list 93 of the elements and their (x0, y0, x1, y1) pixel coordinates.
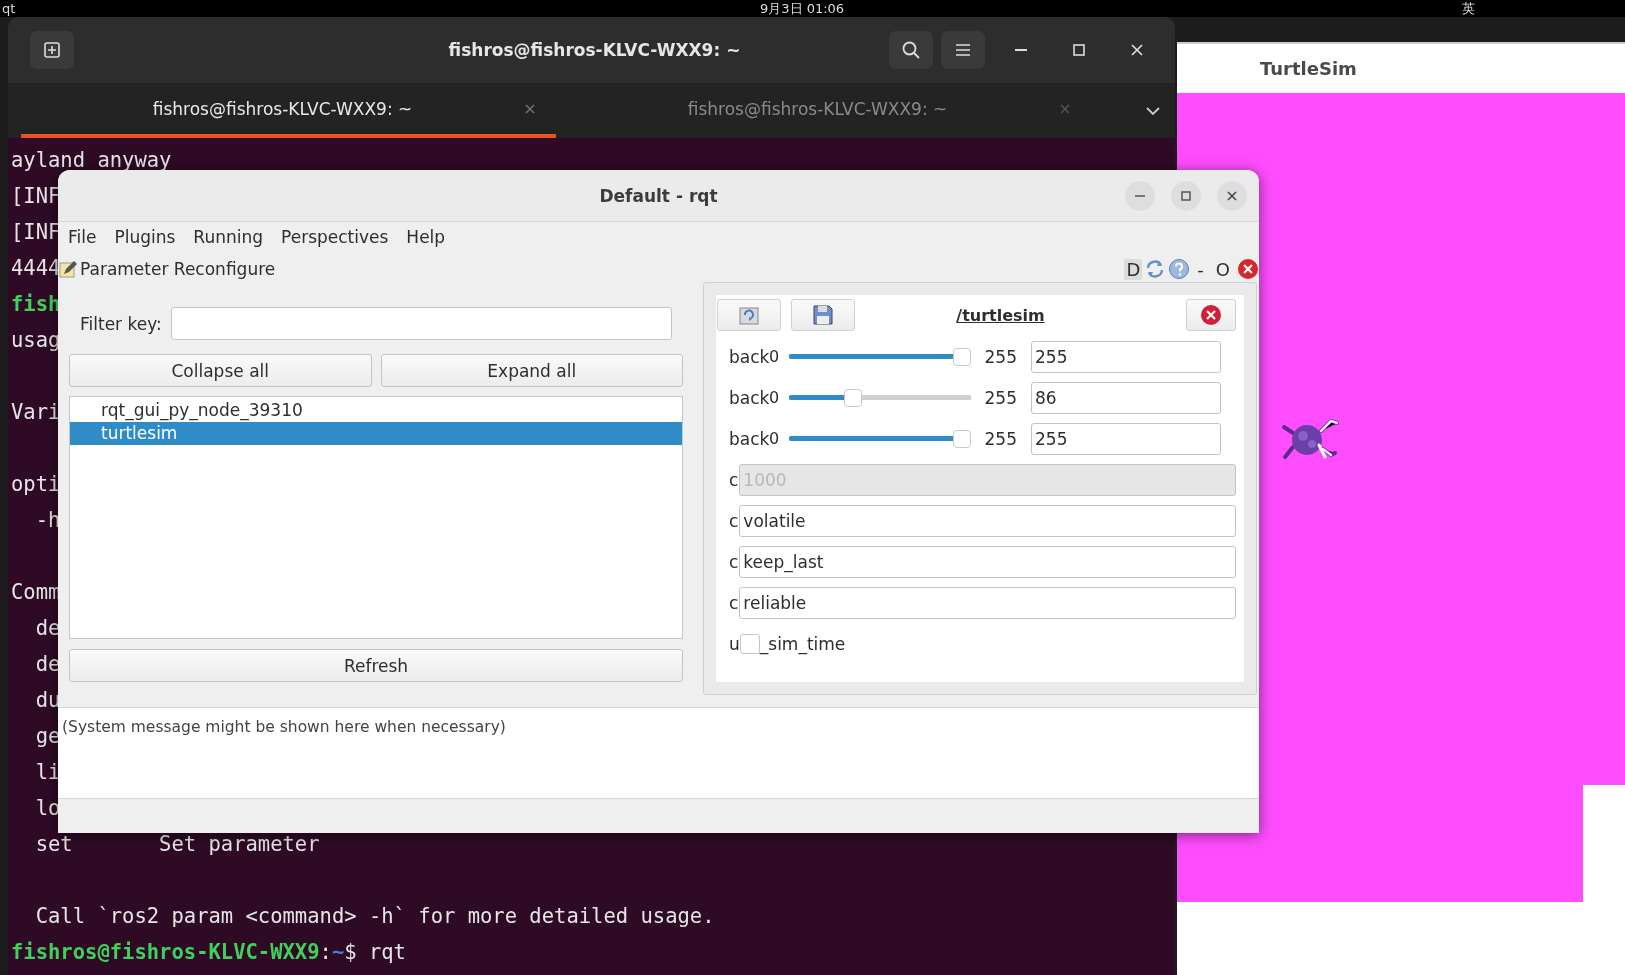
terminal-line: de (34, 618, 61, 638)
app-name: qt (2, 1, 16, 16)
checkbox[interactable] (739, 633, 760, 654)
value-field[interactable]: 86 (1031, 381, 1221, 414)
dock-button[interactable]: D (1124, 258, 1143, 280)
close-icon (1200, 304, 1222, 326)
menu-item[interactable]: Perspectives (280, 227, 390, 247)
terminal-line: [INF (11, 186, 61, 206)
close-icon[interactable] (1237, 258, 1259, 280)
input-method[interactable]: 英 (1462, 1, 1475, 16)
plugin-title: Parameter Reconfigure (80, 259, 276, 279)
terminal-line: fish (11, 294, 61, 314)
node-title[interactable]: /turtlesim (865, 305, 1136, 325)
save-icon (811, 303, 835, 327)
slider-min: 0 (769, 347, 781, 366)
terminal-line: 4444 (11, 258, 61, 278)
terminal-line: li (34, 762, 61, 782)
load-button[interactable] (717, 299, 781, 331)
maximize-icon (1072, 43, 1086, 57)
save-button[interactable] (791, 299, 855, 331)
parameter-label: back (729, 346, 769, 367)
title-button[interactable]: O (1210, 258, 1235, 280)
field-label: Filter key: (80, 313, 162, 334)
tree-button[interactable]: Collapse all (69, 354, 372, 387)
value-field[interactable]: volatile (739, 504, 1236, 537)
maximize-icon (1180, 189, 1192, 202)
terminal-line: Comm (11, 582, 61, 602)
menu-icon (954, 42, 972, 58)
close-icon[interactable] (1059, 102, 1071, 115)
close-icon (1226, 189, 1238, 202)
window-title: Default - rqt (599, 185, 718, 206)
node-item[interactable]: turtlesim (70, 422, 682, 445)
menu-button[interactable] (941, 31, 985, 69)
slider-max: 255 (983, 387, 1017, 408)
help-icon[interactable] (1168, 258, 1191, 280)
menu-item[interactable]: Help (405, 227, 447, 247)
slider-max: 255 (983, 428, 1017, 449)
slider-handle[interactable] (844, 388, 863, 407)
window-title: fishros@fishros-KLVC-WXX9: ~ (448, 40, 741, 60)
filter-field[interactable] (170, 307, 672, 340)
terminal-tab[interactable]: fishros@fishros-KLVC-WXX9: ~ (21, 83, 556, 138)
close-icon[interactable] (524, 102, 536, 115)
parameter-label: c (729, 592, 739, 613)
terminal-line: ge (34, 726, 61, 746)
parameter-label: back (729, 428, 769, 449)
terminal-line: usag (11, 330, 61, 350)
title-button[interactable]: - (1192, 258, 1209, 280)
slider-max: 255 (983, 346, 1017, 367)
new-tab-button[interactable] (30, 31, 74, 69)
terminal-line: [INF (11, 222, 61, 242)
terminal-line: Vari (11, 402, 61, 422)
slider-min: 0 (769, 388, 781, 407)
terminal-line: set Set parameter (34, 834, 320, 854)
slider-handle[interactable] (953, 429, 971, 448)
parameter-label: c (729, 469, 739, 490)
value-field[interactable]: reliable (739, 586, 1236, 619)
menu-item[interactable]: Running (192, 227, 265, 247)
maximize-button[interactable] (1171, 180, 1201, 211)
search-button[interactable] (889, 31, 933, 69)
close-button[interactable] (1186, 299, 1236, 331)
menu-item[interactable]: File (67, 227, 98, 247)
clock[interactable]: 9月3日 01:06 (760, 1, 845, 16)
terminal-line: fishros@fishros-KLVC-WXX9:~$ rqt (11, 942, 406, 962)
close-button[interactable] (1217, 180, 1247, 211)
window-title: TurtleSim (1260, 58, 1357, 79)
status-message: (System message might be shown here when necessary) (62, 718, 506, 736)
terminal-line: ayland anyway (11, 150, 172, 170)
terminal-tab[interactable]: fishros@fishros-KLVC-WXX9: ~ (556, 83, 1091, 138)
close-icon (1130, 43, 1144, 57)
tree-button[interactable]: Expand all (380, 354, 683, 387)
minimize-button[interactable] (1125, 180, 1155, 211)
pencil-icon (58, 259, 78, 279)
node-item[interactable]: rqt_gui_py_node_39310 (70, 399, 682, 422)
refresh-button[interactable]: Refresh (69, 649, 683, 682)
chevron-down-icon[interactable] (1145, 105, 1161, 116)
minimize-icon (1135, 194, 1145, 197)
parameter-label: _sim_time (759, 633, 846, 654)
slider-handle[interactable] (953, 347, 971, 366)
value-field[interactable]: 255 (1031, 422, 1221, 455)
parameter-label: c (729, 551, 739, 572)
parameter-label: c (729, 510, 739, 531)
value-field[interactable]: 255 (1031, 340, 1221, 373)
parameter-label: back (729, 387, 769, 408)
slider-min: 0 (769, 429, 781, 448)
value-field[interactable]: keep_last (739, 545, 1236, 578)
menu-item[interactable]: Plugins (113, 227, 177, 247)
terminal-line: opti (11, 474, 61, 494)
plus-box-icon (43, 41, 61, 59)
terminal-line: Call `ros2 param <command> -h` for more detailed usage. (34, 906, 715, 926)
search-icon (901, 40, 921, 60)
minimize-icon (1015, 49, 1027, 51)
terminal-line: de (34, 654, 61, 674)
parameter-label: u (729, 633, 740, 654)
